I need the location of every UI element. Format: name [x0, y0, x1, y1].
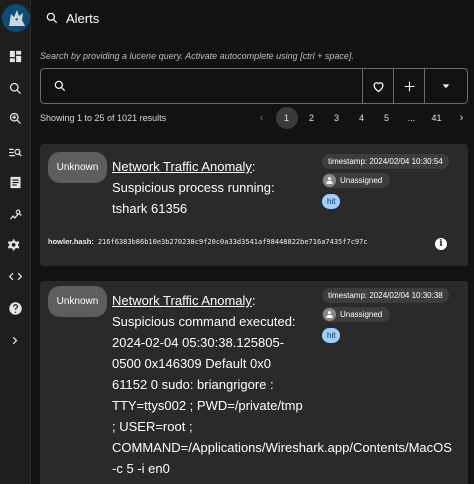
alert-card[interactable]: Unknown Network Traffic Anomaly: Suspici… — [40, 144, 468, 266]
status-badge: Unknown — [48, 286, 107, 317]
assignee-chip[interactable]: Unassigned — [322, 173, 391, 188]
alert-chips: timestamp: 2024/02/04 10:30:38 Unassigne… — [322, 285, 449, 346]
alert-line: Suspicious process running: — [112, 180, 275, 195]
code-icon[interactable] — [0, 264, 31, 288]
more-options-button[interactable] — [424, 69, 467, 103]
page-button[interactable]: 41 — [424, 108, 449, 128]
page-ellipsis: ... — [407, 113, 416, 123]
hash-value: 216f6383b86b10e3b270238c9f20c0a33d3541af… — [97, 238, 368, 246]
info-icon[interactable]: i — [435, 238, 447, 250]
page-button[interactable]: 3 — [324, 108, 349, 128]
expand-sidebar-icon[interactable] — [0, 328, 31, 352]
alert-line: 61152 0 sudo: briangrigore : — [112, 377, 274, 392]
avatar-icon — [323, 174, 336, 187]
wolf-logo-icon — [9, 10, 25, 26]
heart-icon — [372, 81, 384, 92]
query-search-icon — [53, 79, 67, 98]
settings-search-icon[interactable] — [0, 233, 31, 257]
page-button[interactable]: 2 — [299, 108, 324, 128]
page-button[interactable]: 1 — [275, 107, 298, 129]
timestamp-chip: timestamp: 2024/02/04 10:30:38 — [322, 288, 449, 303]
plus-icon — [404, 81, 414, 91]
analytic-link[interactable]: Network Traffic Anomaly — [112, 293, 252, 308]
zoom-search-icon[interactable] — [0, 106, 31, 130]
app-logo[interactable] — [2, 4, 30, 32]
manage-search-icon[interactable] — [0, 140, 31, 164]
hash-label: howler.hash: — [48, 237, 94, 246]
query-input[interactable] — [75, 77, 356, 95]
alert-line: TTY=ttys002 ; PWD=/private/tmp — [112, 398, 303, 413]
prev-page-icon[interactable]: ‹ — [249, 108, 274, 128]
dashboard-icon[interactable] — [0, 44, 31, 68]
add-button[interactable] — [393, 69, 424, 103]
favourite-button[interactable] — [362, 69, 393, 103]
alert-line: COMMAND=/Applications/Wireshark.app/Cont… — [112, 440, 452, 455]
tag-chip[interactable]: hit — [322, 194, 341, 209]
alert-card[interactable]: Unknown Network Traffic Anomaly: Suspici… — [40, 281, 468, 484]
assignee-chip[interactable]: Unassigned — [322, 307, 391, 322]
tag-chip[interactable]: hit — [322, 328, 341, 343]
hash-row: howler.hash: 216f6383b86b10e3b270238c9f20… — [48, 237, 368, 246]
search-bar — [40, 68, 468, 104]
alert-line: ; USER=root ; — [112, 419, 193, 434]
next-page-icon[interactable]: › — [449, 108, 474, 128]
status-badge: Unknown — [48, 152, 107, 183]
alert-line: 0500 0x146309 Default 0x0 — [112, 356, 272, 371]
search-nav-icon[interactable] — [0, 76, 31, 100]
analytics-icon[interactable] — [0, 202, 31, 226]
caret-down-icon — [442, 84, 450, 89]
avatar-icon — [323, 308, 336, 321]
search-icon[interactable] — [45, 11, 59, 30]
query-area[interactable] — [41, 69, 362, 103]
page-title: Alerts — [66, 11, 100, 26]
sidebar — [0, 0, 31, 484]
page-button[interactable]: 5 — [374, 108, 399, 128]
timestamp-chip: timestamp: 2024/02/04 10:30:54 — [322, 154, 449, 169]
alert-text: Network Traffic Anomaly: Suspicious proc… — [112, 156, 275, 219]
analytic-link[interactable]: Network Traffic Anomaly — [112, 159, 252, 174]
help-icon[interactable] — [0, 296, 31, 320]
alert-line: tshark 61356 — [112, 201, 188, 216]
pagination: ‹ 1 2 3 4 5 ... 41 › — [249, 107, 474, 129]
article-icon[interactable] — [0, 170, 31, 194]
results-count: Showing 1 to 25 of 1021 results — [40, 113, 167, 123]
search-hint: Search by providing a lucene query. Acti… — [40, 51, 354, 61]
alert-chips: timestamp: 2024/02/04 10:30:54 Unassigne… — [322, 151, 449, 212]
alert-line: -c 5 -i en0 — [112, 461, 170, 476]
page-button[interactable]: 4 — [349, 108, 374, 128]
top-bar: Alerts — [31, 0, 474, 38]
